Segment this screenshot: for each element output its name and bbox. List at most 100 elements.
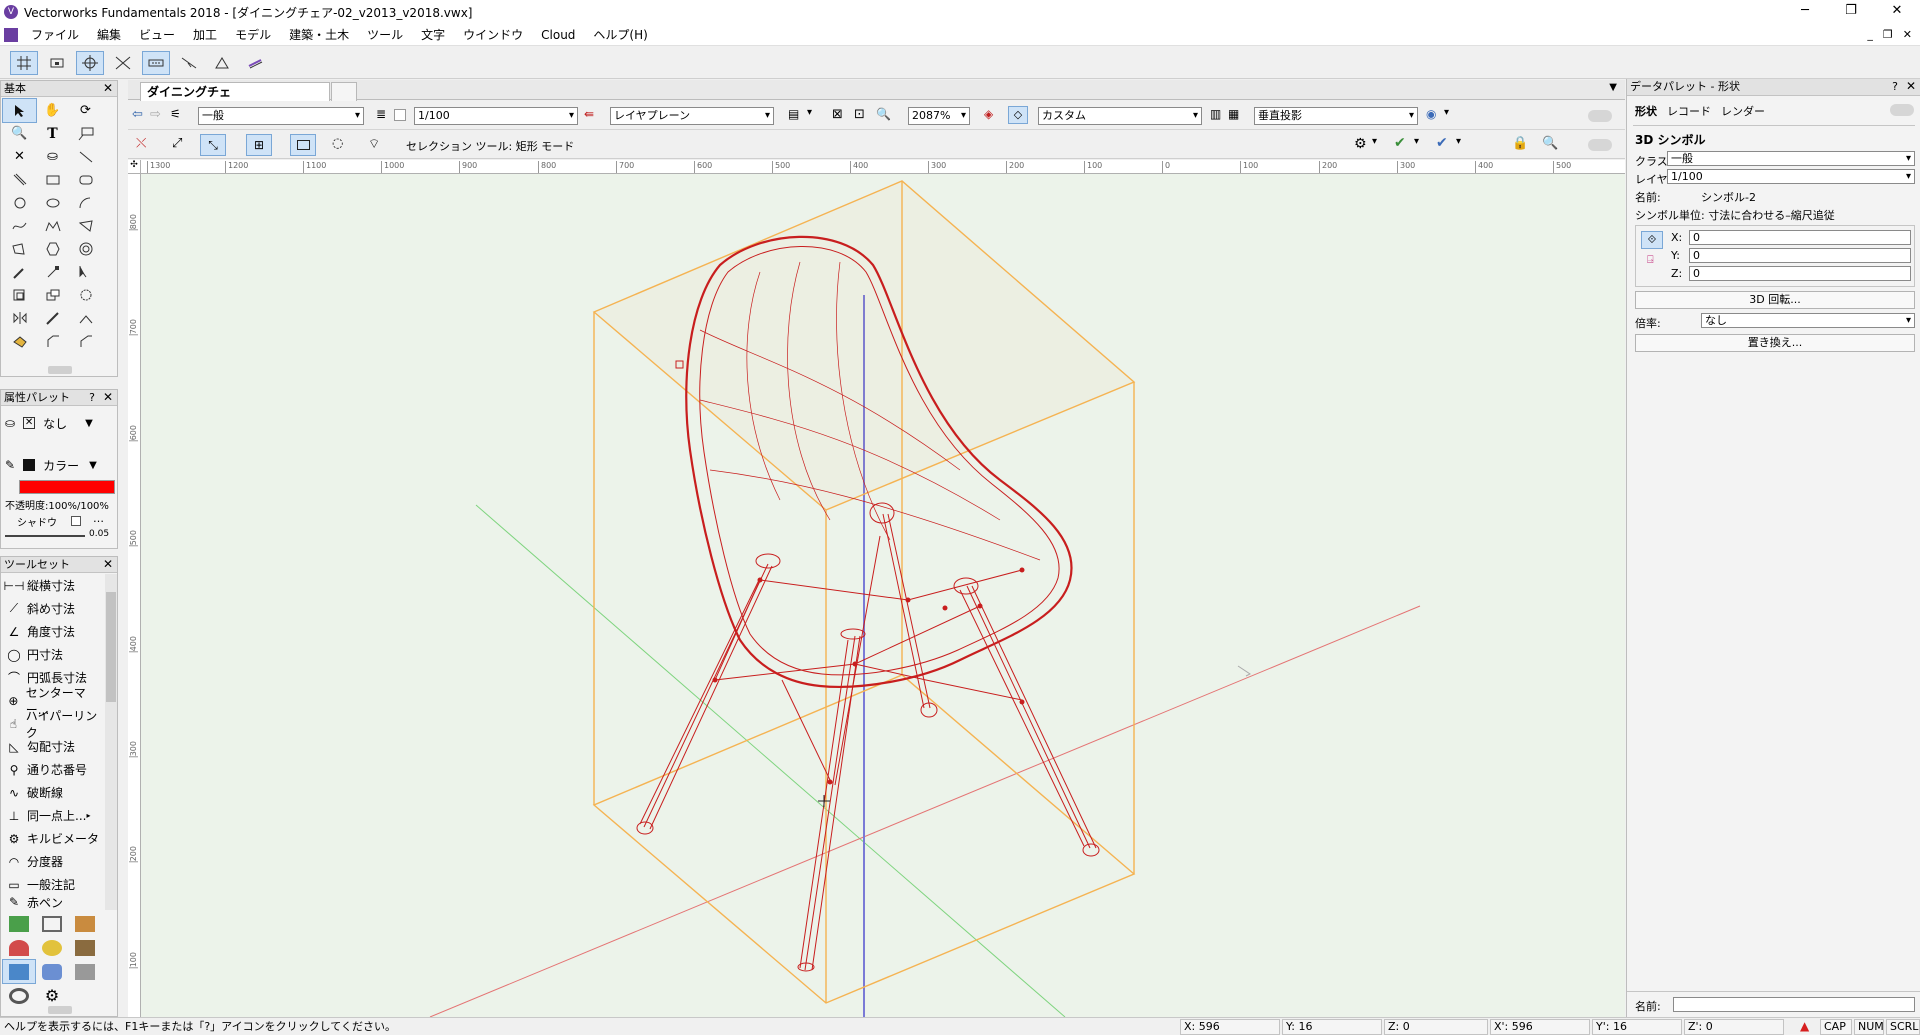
menu-model[interactable]: モデル	[226, 24, 280, 46]
flyover-tool[interactable]: ⟳	[69, 99, 102, 122]
text-tool[interactable]: T	[36, 122, 69, 145]
shadow-options-button[interactable]: …	[93, 512, 104, 525]
chevron-down-icon[interactable]: ▾	[1456, 136, 1461, 147]
single-object-scaling-icon[interactable]: ⤡	[200, 134, 226, 156]
back-arrow-icon[interactable]: ⇦	[132, 107, 143, 122]
chevron-down-icon[interactable]: ▼	[89, 460, 97, 471]
menu-view[interactable]: ビュー	[130, 24, 184, 46]
close-button[interactable]: ✕	[1874, 0, 1920, 24]
tool-horizontal-dimension[interactable]: ⊢⊣ 縦横寸法	[1, 574, 105, 597]
render-mode-select[interactable]: カスタム	[1038, 107, 1202, 125]
zoom-select[interactable]: 2087%	[908, 107, 970, 125]
doc-close-button[interactable]: ✕	[1903, 24, 1912, 46]
connect-tool[interactable]	[69, 306, 102, 329]
menu-architecture[interactable]: 建築・土木	[280, 24, 358, 46]
spiral-tool[interactable]	[69, 237, 102, 260]
chevron-down-icon[interactable]: ▼	[85, 418, 93, 429]
projection-select[interactable]: 垂直投影	[1254, 107, 1418, 125]
toolset-building-icon[interactable]	[36, 912, 68, 935]
pan-tool[interactable]: ✋	[36, 99, 69, 122]
trim-tool[interactable]: ✕	[3, 145, 36, 168]
callout-tool[interactable]	[69, 122, 102, 145]
menu-window[interactable]: ウインドウ	[454, 24, 532, 46]
polygon-mode-icon[interactable]: ⌔	[368, 136, 380, 152]
toolset-3d-icon[interactable]	[36, 960, 68, 983]
snap-check-icon[interactable]: ✔	[1394, 135, 1406, 151]
rotate-tool[interactable]	[69, 283, 102, 306]
rotate-mode-icon[interactable]: ⊞	[246, 134, 272, 156]
fillet-tool[interactable]	[3, 329, 36, 352]
y-field[interactable]: 0	[1689, 248, 1911, 263]
line-tool[interactable]	[69, 145, 102, 168]
mode-bar-toggle[interactable]	[1588, 139, 1612, 151]
footer-name-field[interactable]	[1673, 997, 1915, 1012]
toolset-house-icon[interactable]	[69, 912, 101, 935]
views-grid-icon[interactable]: ▦	[1228, 107, 1239, 121]
snap-grid-button[interactable]	[10, 51, 38, 75]
page-icon[interactable]: ▤	[788, 107, 799, 121]
chevron-down-icon[interactable]: ▾	[1444, 107, 1449, 118]
interactive-scaling-icon[interactable]: ⤢	[172, 136, 182, 151]
tool-break-line[interactable]: ∿ 破断線	[1, 781, 105, 804]
lock-icon[interactable]: 🔒	[1512, 136, 1528, 151]
rounded-rectangle-tool[interactable]	[69, 168, 102, 191]
clip-tool[interactable]	[69, 329, 102, 352]
ruler-origin-icon[interactable]: ✣	[128, 160, 141, 174]
new-tab-button[interactable]	[331, 82, 357, 101]
find-icon[interactable]: 🔍	[1542, 136, 1558, 151]
move-tool[interactable]	[36, 283, 69, 306]
drawing-canvas[interactable]	[141, 174, 1625, 1017]
toolset-gear-icon[interactable]: ⚙	[36, 984, 68, 1007]
zoom-tool[interactable]: 🔍	[3, 122, 36, 145]
render-mode-icon[interactable]: ◇	[1008, 106, 1028, 124]
tool-hyperlink[interactable]: ☝ ハイパーリンク	[1, 709, 105, 740]
x-field[interactable]: 0	[1689, 230, 1911, 245]
menu-file[interactable]: ファイル	[22, 24, 88, 46]
z-field[interactable]: 0	[1689, 266, 1911, 281]
chevron-down-icon[interactable]: ▾	[1372, 136, 1377, 147]
standard-views-icon[interactable]: ▥	[1210, 107, 1221, 121]
tool-radial-dimension[interactable]: ◯ 円寸法	[1, 643, 105, 666]
snap-edge-button[interactable]	[109, 51, 137, 75]
freehand-tool[interactable]	[3, 214, 36, 237]
polyline-tool[interactable]	[36, 214, 69, 237]
rotate-3d-button[interactable]: 3D 回転...	[1635, 291, 1915, 309]
palette-scroll-icon[interactable]	[48, 366, 72, 374]
menu-cloud[interactable]: Cloud	[532, 24, 584, 46]
active-layer-select[interactable]: 1/100	[414, 107, 578, 125]
arc-tool[interactable]	[69, 191, 102, 214]
pen-row[interactable]: ✎ カラー ▼	[5, 456, 115, 474]
toolset-scrollbar[interactable]	[105, 574, 117, 910]
snap-tangent-button[interactable]	[241, 51, 269, 75]
lasso-mode-icon[interactable]: ◌	[332, 136, 343, 151]
document-tab[interactable]: ダイニングチェア-02_v2013... ✕	[140, 82, 330, 117]
tab-shape[interactable]: 形状	[1635, 103, 1657, 119]
help-icon[interactable]: ?	[89, 390, 95, 405]
close-icon[interactable]: ✕	[103, 557, 113, 572]
toolset-drafting-icon[interactable]	[69, 960, 101, 983]
shadow-checkbox[interactable]	[71, 516, 81, 526]
regular-polygon-tool[interactable]	[36, 237, 69, 260]
snap-distance-button[interactable]	[142, 51, 170, 75]
chevron-down-icon[interactable]: ▾	[807, 107, 812, 118]
snap-intersection-button[interactable]	[76, 51, 104, 75]
menu-modify[interactable]: 加工	[184, 24, 226, 46]
oval-tool[interactable]	[36, 191, 69, 214]
pen-color-bar[interactable]	[19, 480, 115, 494]
symbol-insertion-icon[interactable]: ⟐	[1641, 231, 1663, 249]
menu-help[interactable]: ヘルプ(H)	[584, 24, 656, 46]
attribute-mapping-tool[interactable]: ⛀	[36, 145, 69, 168]
chamfer-tool[interactable]	[36, 329, 69, 352]
rectangle-tool[interactable]	[36, 168, 69, 191]
selection-tool[interactable]	[2, 98, 37, 123]
doc-restore-button[interactable]: ❐	[1883, 24, 1893, 46]
tool-protractor[interactable]: ◠ 分度器	[1, 850, 105, 873]
help-icon[interactable]: ?	[1892, 79, 1898, 94]
minimize-button[interactable]: ─	[1782, 0, 1828, 24]
palette-scroll-icon[interactable]	[48, 1006, 72, 1014]
alert-icon[interactable]: ▲	[1800, 1018, 1809, 1035]
split-tool[interactable]	[36, 306, 69, 329]
gear-icon[interactable]: ⚙	[1354, 136, 1367, 152]
active-class-select[interactable]: 一般	[198, 107, 364, 125]
view-bar-toggle[interactable]	[1588, 110, 1612, 122]
